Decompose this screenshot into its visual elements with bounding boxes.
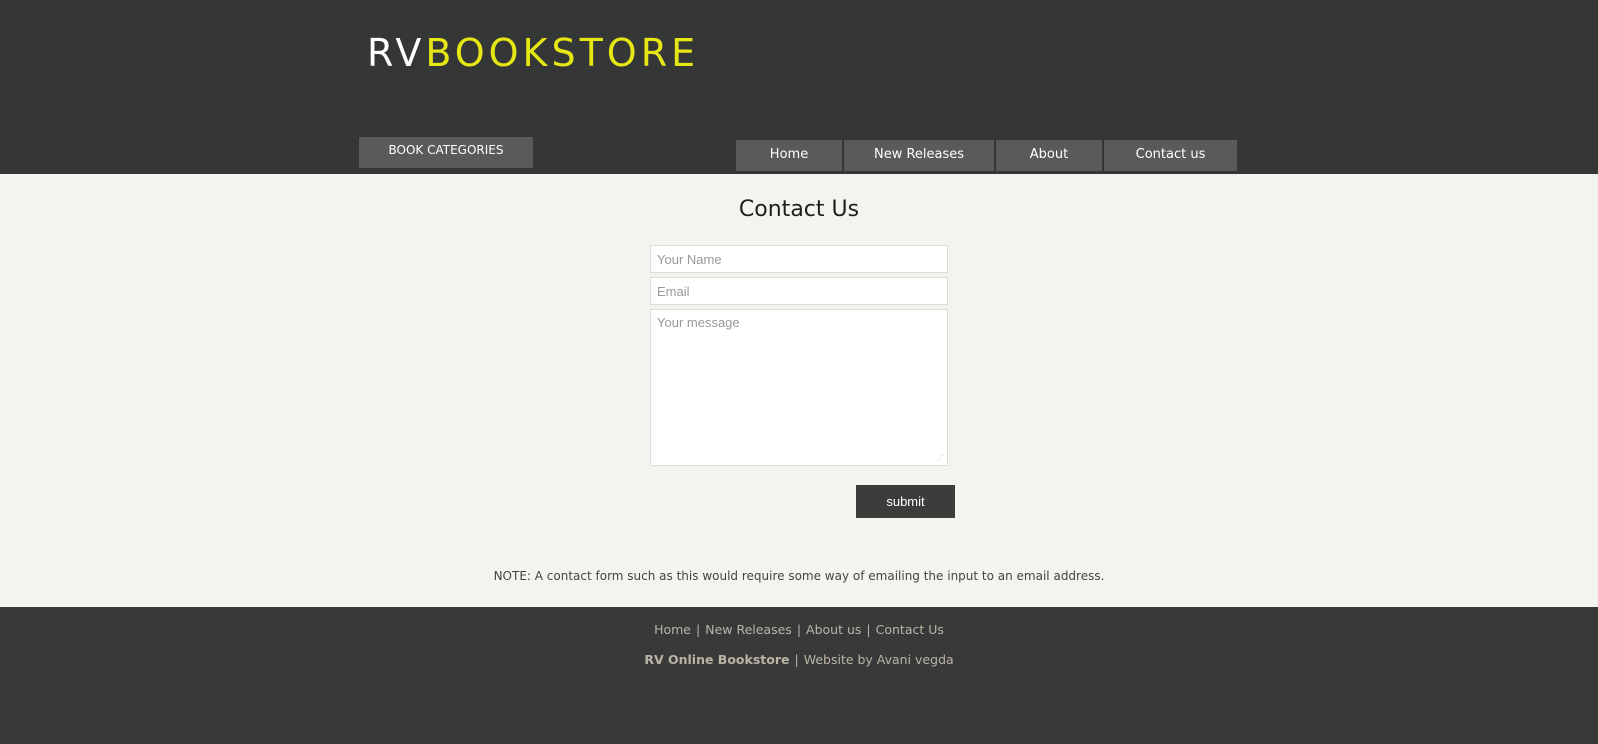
- nav-about[interactable]: About: [996, 140, 1102, 171]
- footer-separator: |: [696, 622, 701, 637]
- footer-store-name: RV Online Bookstore: [644, 652, 790, 667]
- nav-home[interactable]: Home: [736, 140, 842, 171]
- nav-contact-us[interactable]: Contact us: [1104, 140, 1237, 171]
- footer-separator: |: [866, 622, 871, 637]
- footer-separator: |: [794, 652, 799, 667]
- email-input[interactable]: [650, 277, 948, 305]
- resize-grip-icon[interactable]: ⋰: [937, 454, 945, 462]
- nav-new-releases[interactable]: New Releases: [844, 140, 994, 171]
- footer-link-new-releases[interactable]: New Releases: [705, 622, 792, 637]
- footer-separator: |: [796, 622, 802, 637]
- footer-link-contact-us[interactable]: Contact Us: [876, 622, 944, 637]
- book-categories-button[interactable]: BOOK CATEGORIES: [359, 137, 533, 168]
- footer-nav: Home | New Releases | About us | Contact Us: [0, 621, 1598, 639]
- logo-text-rv: RV: [367, 31, 426, 75]
- site-footer: Home | New Releases | About us | Contact Us RV…: [0, 607, 1598, 744]
- site-logo[interactable]: RVBOOKSTORE: [367, 30, 699, 76]
- footer-link-home[interactable]: Home: [654, 622, 691, 637]
- main-content: Contact Us ⋰ submit NOTE: A contact form…: [0, 174, 1598, 607]
- submit-button[interactable]: submit: [856, 485, 955, 518]
- footer-link-about-us[interactable]: About us: [806, 622, 861, 637]
- page-title: Contact Us: [738, 197, 860, 222]
- site-header: RVBOOKSTORE BOOK CATEGORIES Home New Rel…: [0, 0, 1598, 174]
- logo-text-bookstore: BOOKSTORE: [425, 31, 700, 75]
- message-textarea[interactable]: [650, 309, 948, 466]
- footer-credit: RV Online Bookstore | Website by Avani veg…: [0, 651, 1598, 669]
- footer-credit-text: Website by Avani vegda: [803, 652, 954, 667]
- form-note: NOTE: A contact form such as this would …: [493, 569, 1105, 583]
- name-input[interactable]: [650, 245, 948, 273]
